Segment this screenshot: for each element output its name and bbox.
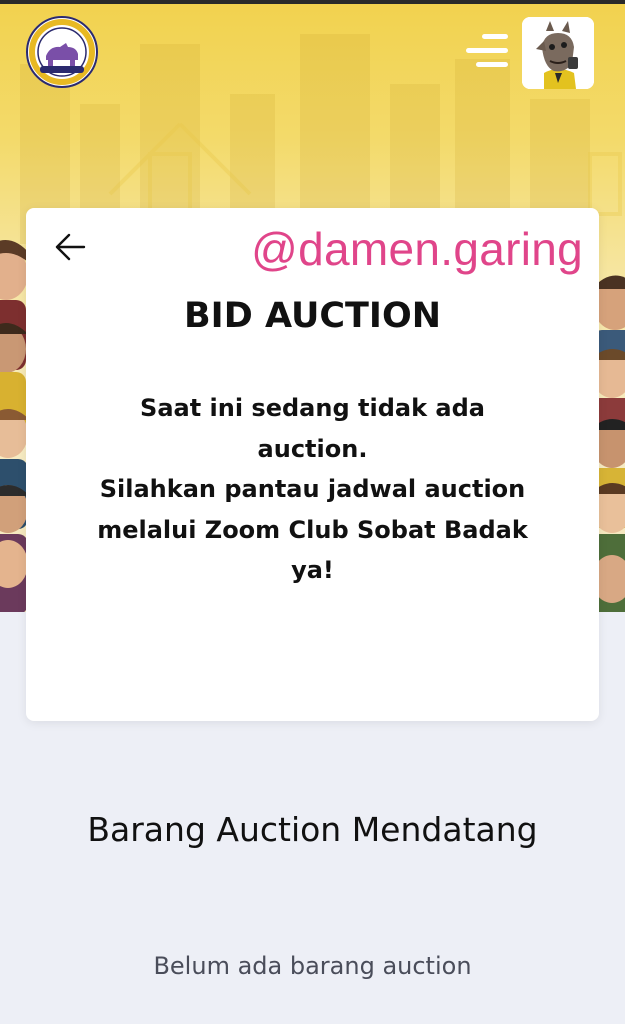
club-sobat-badak-logo-icon bbox=[26, 16, 98, 88]
menu-line bbox=[482, 34, 508, 39]
status-bar-edge bbox=[0, 0, 625, 4]
menu-line bbox=[466, 48, 508, 53]
bid-auction-card: @damen.garing BID AUCTION Saat ini sedan… bbox=[26, 208, 599, 721]
hamburger-menu-icon[interactable] bbox=[464, 32, 508, 70]
menu-line bbox=[476, 62, 508, 67]
card-title: BID AUCTION bbox=[184, 296, 441, 336]
back-arrow-icon[interactable] bbox=[54, 230, 88, 264]
watermark-handle: @damen.garing bbox=[251, 223, 583, 275]
upcoming-items-heading: Barang Auction Mendatang bbox=[87, 810, 538, 849]
empty-state-text: Belum ada barang auction bbox=[153, 952, 472, 980]
user-avatar[interactable] bbox=[522, 17, 594, 89]
club-logo[interactable] bbox=[26, 16, 98, 88]
no-auction-message: Saat ini sedang tidak ada auction. Silah… bbox=[97, 394, 528, 584]
app-page: @damen.garing BID AUCTION Saat ini sedan… bbox=[0, 0, 625, 1024]
rhino-avatar-icon bbox=[522, 17, 594, 89]
